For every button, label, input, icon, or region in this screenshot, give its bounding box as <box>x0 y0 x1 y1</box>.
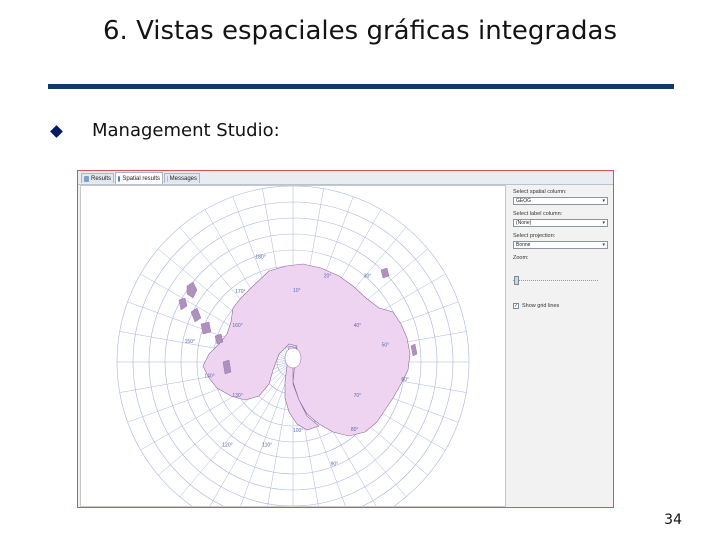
label-column-select[interactable]: (None) ▾ <box>513 219 608 227</box>
degree-label: 30° <box>364 274 372 280</box>
spatial-column-select[interactable]: GEOG ▾ <box>513 197 608 205</box>
globe-icon <box>118 176 121 182</box>
degree-label: 70° <box>354 393 362 399</box>
tab-label: Results <box>90 176 111 182</box>
degree-label: 180° <box>255 255 265 261</box>
degree-label: 10° <box>293 288 301 294</box>
degree-label: 120° <box>222 442 232 448</box>
zoom-slider-track[interactable] <box>513 280 598 282</box>
degree-label: 80° <box>351 427 359 433</box>
zoom-slider-thumb[interactable] <box>514 276 519 285</box>
chevron-down-icon: ▾ <box>602 220 605 226</box>
bullet-text: Management Studio: <box>92 120 280 141</box>
show-gridlines-checkbox[interactable]: ✓ <box>513 303 519 309</box>
degree-label: 160° <box>232 323 242 329</box>
slide-title: 6. Vistas espaciales gráficas integradas <box>103 16 617 46</box>
tab-messages[interactable]: Messages <box>164 173 200 183</box>
degree-label: 130° <box>232 393 242 399</box>
chevron-down-icon: ▾ <box>602 242 605 248</box>
degree-label: 20° <box>324 273 332 279</box>
projection-label: Select projection: <box>513 233 556 239</box>
spatial-map-canvas[interactable]: 10° 20° 30° 40° 50° 60° 70° 80° 90° 100° 110° 120° 1… <box>80 185 506 507</box>
map-options-panel: Select spatial column: GEOG ▾ Select lab… <box>508 185 613 507</box>
tab-results[interactable]: Results <box>81 173 114 183</box>
projection-value: Bonne <box>516 242 531 248</box>
show-gridlines-label: Show grid lines <box>522 303 560 309</box>
degree-label: 170° <box>235 289 245 295</box>
degree-label: 150° <box>185 339 195 345</box>
chevron-down-icon: ▾ <box>602 198 605 204</box>
diamond-bullet-icon <box>50 125 63 138</box>
tab-label: Messages <box>169 176 197 182</box>
zoom-label: Zoom: <box>513 255 529 261</box>
label-column-label: Select label column: <box>513 211 563 217</box>
results-tabbar: Results Spatial results Messages <box>78 171 613 185</box>
degree-label: 100° <box>293 428 303 434</box>
degree-label: 40° <box>354 323 362 329</box>
pole-gap <box>284 347 302 369</box>
projection-select[interactable]: Bonne ▾ <box>513 241 608 249</box>
degree-label: 140° <box>204 374 214 380</box>
tab-spatial-results[interactable]: Spatial results <box>115 172 163 184</box>
spatial-column-value: GEOG <box>516 198 532 204</box>
map-gridlines <box>116 186 470 506</box>
tab-label: Spatial results <box>122 176 160 182</box>
degree-label: 110° <box>262 443 272 449</box>
degree-label: 90° <box>331 461 339 467</box>
degree-label: 60° <box>401 377 409 383</box>
grid-icon <box>84 176 89 182</box>
message-icon <box>167 176 168 182</box>
polar-map[interactable]: 10° 20° 30° 40° 50° 60° 70° 80° 90° 100° 110° 120° 1… <box>81 186 505 506</box>
degree-label: 50° <box>382 342 390 348</box>
title-divider <box>48 84 674 89</box>
page-number: 34 <box>664 512 682 528</box>
management-studio-screenshot: Results Spatial results Messages 10° 20°… <box>77 170 614 508</box>
label-column-value: (None) <box>516 220 532 226</box>
spatial-column-label: Select spatial column: <box>513 189 567 195</box>
